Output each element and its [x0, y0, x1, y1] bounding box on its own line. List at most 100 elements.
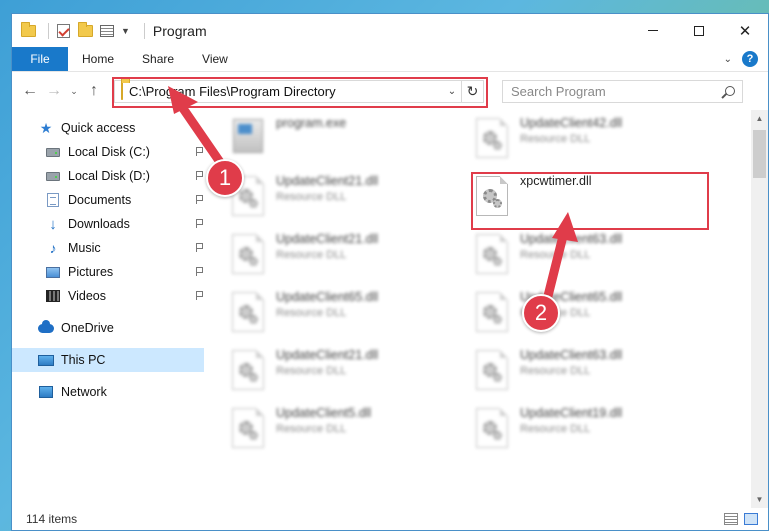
address-bar[interactable]: C:\Program Files\Program Directory ⌄ ↻: [112, 76, 488, 108]
step-badge-2: 2: [522, 294, 560, 332]
nav-label: Network: [61, 385, 107, 399]
nav-music[interactable]: ♪ Music: [12, 236, 206, 260]
file-list: ▲ ▼ program.exe UpdateClient42.dll Resourc…: [206, 110, 768, 508]
view-buttons: [724, 513, 768, 525]
new-folder-icon[interactable]: [77, 21, 93, 39]
folder-icon: [20, 21, 36, 39]
nav-documents[interactable]: Documents: [12, 188, 206, 212]
pin-icon[interactable]: [196, 267, 203, 276]
star-icon: ★: [39, 119, 53, 136]
address-path[interactable]: C:\Program Files\Program Directory: [129, 84, 443, 99]
file-item-exe[interactable]: program.exe: [230, 114, 460, 166]
nav-label: Local Disk (D:): [68, 169, 150, 183]
nav-label: Downloads: [68, 217, 130, 231]
pin-icon[interactable]: [196, 243, 203, 252]
file-item-dll[interactable]: UpdateClient5.dll Resource DLL: [230, 404, 460, 456]
dll-file-icon: [474, 291, 510, 335]
music-icon: ♪: [49, 240, 57, 256]
file-type: Resource DLL: [520, 133, 591, 145]
dll-file-icon: [230, 233, 266, 277]
checkmark-icon[interactable]: [55, 23, 71, 39]
file-item-dll[interactable]: xpcwtimer.dll: [474, 172, 704, 224]
file-name: UpdateClient19.dll: [520, 406, 623, 420]
file-item-dll[interactable]: UpdateClient63.dll Resource DLL: [474, 346, 704, 398]
tab-home[interactable]: Home: [68, 47, 128, 71]
file-type: Resource DLL: [276, 423, 347, 435]
file-item-dll[interactable]: UpdateClient65.dllResource DLL: [474, 288, 704, 340]
refresh-icon[interactable]: ↻: [461, 80, 483, 102]
pictures-icon: [45, 264, 61, 280]
dll-file-icon: [230, 349, 266, 393]
up-arrow-icon[interactable]: ↑: [82, 79, 106, 103]
tab-view[interactable]: View: [188, 47, 242, 71]
recent-locations-dropdown-icon[interactable]: ⌄: [66, 86, 82, 97]
navigation-pane: ★ Quick access Local Disk (C:) Local Dis…: [12, 110, 206, 508]
scroll-down-icon[interactable]: ▼: [751, 491, 768, 508]
network-icon: [38, 384, 54, 400]
pin-icon[interactable]: [196, 147, 203, 156]
pin-icon[interactable]: [196, 195, 203, 204]
file-type: Resource DLL: [276, 307, 347, 319]
dll-file-icon: [230, 291, 266, 335]
address-row: ← → ⌄ ↑ C:\Program Files\Program Directo…: [12, 72, 768, 110]
search-icon[interactable]: [718, 86, 742, 96]
customize-dropdown-icon[interactable]: ▼: [121, 26, 130, 36]
quick-access-toolbar: ▼: [20, 21, 151, 39]
minimize-button[interactable]: [630, 14, 676, 47]
search-box[interactable]: Search Program: [502, 79, 743, 103]
scroll-thumb[interactable]: [753, 130, 766, 178]
file-type: Resource DLL: [276, 191, 347, 203]
pin-icon[interactable]: [196, 291, 203, 300]
nav-downloads[interactable]: ↓ Downloads: [12, 212, 206, 236]
close-button[interactable]: ✕: [722, 14, 768, 47]
file-type: Resource DLL: [276, 249, 347, 261]
nav-label: Music: [68, 241, 101, 255]
file-type: Resource DLL: [276, 365, 347, 377]
large-icons-view-icon[interactable]: [744, 513, 758, 525]
nav-quick-access[interactable]: ★ Quick access: [12, 116, 206, 140]
pin-icon[interactable]: [196, 219, 203, 228]
file-item-dll[interactable]: UpdateClient65.dllResource DLL: [230, 288, 460, 340]
address-dropdown-icon[interactable]: ⌄: [443, 86, 461, 97]
nav-videos[interactable]: Videos: [12, 284, 206, 308]
help-icon[interactable]: ?: [742, 51, 758, 67]
nav-pictures[interactable]: Pictures: [12, 260, 206, 284]
expand-ribbon-icon[interactable]: ⌄: [724, 54, 732, 65]
file-item-dll[interactable]: UpdateClient63.dll Resource DLL: [474, 230, 704, 282]
videos-icon: [45, 288, 61, 304]
forward-arrow-icon[interactable]: →: [42, 79, 66, 103]
tab-file[interactable]: File: [12, 47, 68, 71]
file-item-dll[interactable]: UpdateClient21.dll Resource DLL: [230, 230, 460, 282]
file-name: UpdateClient5.dll: [276, 406, 372, 420]
nav-local-disk-c[interactable]: Local Disk (C:): [12, 140, 206, 164]
file-item-dll[interactable]: UpdateClient42.dll Resource DLL: [474, 114, 704, 166]
pin-icon[interactable]: [196, 171, 203, 180]
file-type: Resource DLL: [520, 423, 591, 435]
window-title: Program: [152, 22, 207, 39]
back-arrow-icon[interactable]: ←: [18, 79, 42, 103]
file-item-dll[interactable]: UpdateClient21.dll Resource DLL: [230, 172, 460, 224]
scroll-up-icon[interactable]: ▲: [751, 110, 768, 127]
drive-icon: [45, 168, 61, 184]
nav-this-pc[interactable]: This PC: [12, 348, 204, 372]
close-icon: ✕: [738, 22, 752, 40]
nav-onedrive[interactable]: OneDrive: [12, 316, 206, 340]
file-item-dll[interactable]: UpdateClient19.dll Resource DLL: [474, 404, 704, 456]
nav-local-disk-d[interactable]: Local Disk (D:): [12, 164, 206, 188]
vertical-scrollbar[interactable]: ▲ ▼: [751, 110, 768, 508]
nav-network[interactable]: Network: [12, 380, 206, 404]
search-input[interactable]: Search Program: [511, 84, 718, 99]
details-view-icon[interactable]: [724, 513, 738, 525]
properties-icon[interactable]: [99, 23, 115, 39]
tab-share[interactable]: Share: [128, 47, 188, 71]
nav-label: Videos: [68, 289, 106, 303]
nav-label: This PC: [61, 353, 106, 367]
toolbar-divider: [143, 22, 145, 39]
item-count: 114 items: [26, 512, 78, 526]
nav-label: OneDrive: [61, 321, 114, 335]
maximize-button[interactable]: [676, 14, 722, 47]
file-item-dll[interactable]: UpdateClient21.dll Resource DLL: [230, 346, 460, 398]
nav-label: Quick access: [61, 121, 136, 135]
title-bar: ▼ Program ✕: [12, 14, 768, 47]
status-bar: 114 items: [12, 508, 768, 530]
